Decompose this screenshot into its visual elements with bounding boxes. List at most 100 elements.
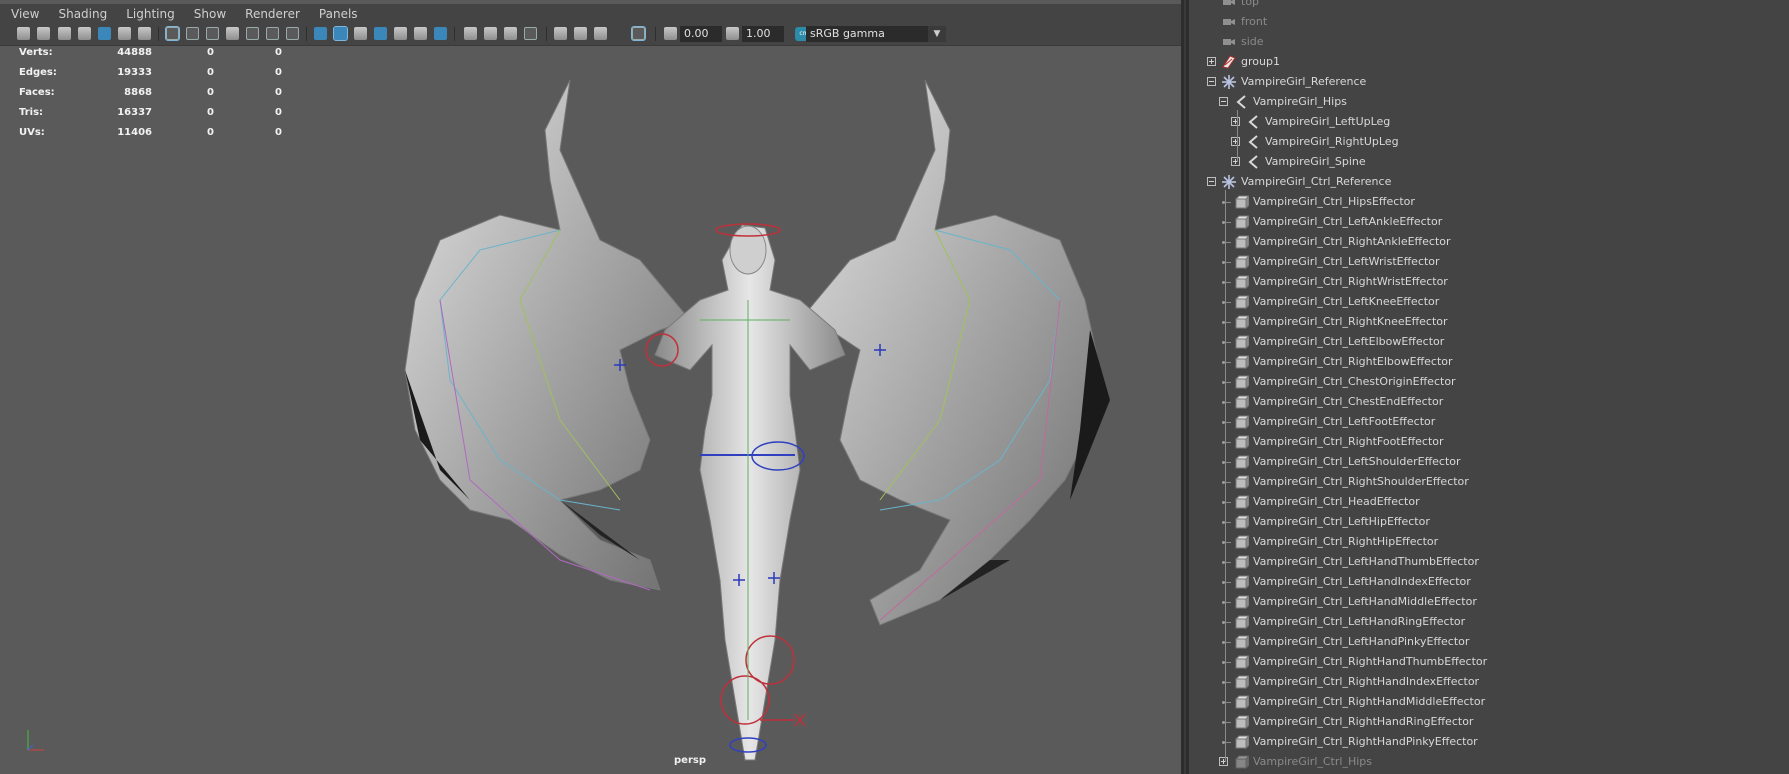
outliner-item[interactable]: VampireGirl_Ctrl_RightFootEffector [1189,432,1789,452]
outliner-item[interactable]: VampireGirl_Ctrl_RightHandThumbEffector [1189,652,1789,672]
outliner-item[interactable]: VampireGirl_Ctrl_RightAnkleEffector [1189,232,1789,252]
gate-mask-icon[interactable] [226,27,239,40]
outliner-item[interactable]: top [1189,0,1789,12]
grid-icon[interactable] [165,26,180,41]
expand-icon[interactable] [1219,757,1228,766]
menu-lighting[interactable]: Lighting [115,7,183,21]
outliner-item[interactable]: VampireGirl_Ctrl_RightElbowEffector [1189,352,1789,372]
outliner-item[interactable]: VampireGirl_Ctrl_RightShoulderEffector [1189,472,1789,492]
outliner-item[interactable]: VampireGirl_Ctrl_RightHipEffector [1189,532,1789,552]
effector-icon [1233,334,1251,350]
collapse-icon[interactable] [1219,97,1228,106]
outliner-item[interactable]: VampireGirl_Ctrl_RightWristEffector [1189,272,1789,292]
chevron-down-icon[interactable]: ▼ [928,26,946,42]
viewport-panel[interactable]: View Shading Lighting Show Renderer Pane… [0,0,1181,774]
camera-attributes-icon[interactable] [37,27,50,40]
outliner-item[interactable]: VampireGirl_Ctrl_LeftFootEffector [1189,412,1789,432]
wireframe-icon[interactable] [314,27,327,40]
outliner-item[interactable]: VampireGirl_Ctrl_Hips [1189,752,1789,772]
xray-icon[interactable] [574,27,587,40]
tree-guide-line [1237,110,1238,162]
outliner-item[interactable]: VampireGirl_RightUpLeg [1189,132,1789,152]
outliner-item[interactable]: VampireGirl_Ctrl_LeftHandIndexEffector [1189,572,1789,592]
outliner-item-label: VampireGirl_Ctrl_LeftHipEffector [1253,515,1430,528]
default-material-icon[interactable] [354,27,367,40]
resolution-gate-icon[interactable] [206,27,219,40]
outliner-item[interactable]: VampireGirl_Ctrl_LeftShoulderEffector [1189,452,1789,472]
exposure-icon[interactable] [664,27,677,40]
expand-icon[interactable] [1231,137,1240,146]
anti-aliasing-icon[interactable] [504,27,517,40]
effector-icon [1233,254,1251,270]
film-gate-icon[interactable] [186,27,199,40]
outliner-item[interactable]: VampireGirl_Spine [1189,152,1789,172]
outliner-item[interactable]: VampireGirl_Ctrl_ChestOriginEffector [1189,372,1789,392]
shadows-icon[interactable] [434,27,447,40]
outliner-item[interactable]: VampireGirl_Ctrl_Reference [1189,172,1789,192]
effector-icon [1233,214,1251,230]
menu-shading[interactable]: Shading [47,7,115,21]
effector-icon [1233,294,1251,310]
lock-camera-icon[interactable] [138,27,151,40]
outliner-item[interactable]: VampireGirl_Ctrl_LeftWristEffector [1189,252,1789,272]
safe-action-icon[interactable] [266,27,279,40]
outliner-item[interactable]: VampireGirl_Ctrl_LeftHandThumbEffector [1189,552,1789,572]
select-camera-icon[interactable] [17,27,30,40]
effector-icon [1233,574,1251,590]
two-d-pan-zoom-icon[interactable] [98,27,111,40]
gamma-field[interactable]: 1.00 [742,26,784,42]
outliner-item[interactable]: VampireGirl_Ctrl_LeftHandMiddleEffector [1189,592,1789,612]
screen-space-ao-icon[interactable] [464,27,477,40]
outliner-item[interactable]: VampireGirl_Ctrl_RightHandMiddleEffector [1189,692,1789,712]
wireframe-on-shaded-icon[interactable] [374,27,387,40]
exposure-field[interactable]: 0.00 [680,26,722,42]
outliner-item[interactable]: VampireGirl_LeftUpLeg [1189,112,1789,132]
smooth-shade-icon[interactable] [333,26,348,41]
outliner-item[interactable]: VampireGirl_Ctrl_RightHandRingEffector [1189,712,1789,732]
panel-splitter[interactable] [1181,0,1189,774]
outliner-item[interactable]: VampireGirl_Ctrl_LeftKneeEffector [1189,292,1789,312]
safe-title-icon[interactable] [286,27,299,40]
expand-icon[interactable] [1231,117,1240,126]
outliner-item[interactable]: front [1189,12,1789,32]
depth-of-field-icon[interactable] [524,27,537,40]
gamma-icon[interactable] [726,27,739,40]
outliner-item[interactable]: VampireGirl_Hips [1189,92,1789,112]
grease-pencil-icon[interactable] [118,27,131,40]
bookmark-icon[interactable] [58,27,71,40]
expand-icon[interactable] [1207,57,1216,66]
collapse-icon[interactable] [1207,177,1216,186]
outliner-item[interactable]: group1 [1189,52,1789,72]
outliner-item[interactable]: VampireGirl_Ctrl_RightHandPinkyEffector [1189,732,1789,752]
menu-view[interactable]: View [0,7,47,21]
view-transform-select[interactable]: sRGB gamma [806,26,946,42]
collapse-icon[interactable] [1207,77,1216,86]
outliner-item[interactable]: VampireGirl_Ctrl_RightKneeEffector [1189,312,1789,332]
outliner-item[interactable]: VampireGirl_Ctrl_ChestEndEffector [1189,392,1789,412]
lights-icon[interactable] [414,27,427,40]
menu-show[interactable]: Show [183,7,234,21]
menu-panels[interactable]: Panels [308,7,366,21]
outliner-item[interactable]: VampireGirl_Ctrl_LeftHandRingEffector [1189,612,1789,632]
menu-renderer[interactable]: Renderer [234,7,308,21]
outliner-item[interactable]: VampireGirl_Ctrl_RightHandIndexEffector [1189,672,1789,692]
outliner-item[interactable]: side [1189,32,1789,52]
outliner-item[interactable]: VampireGirl_Ctrl_LeftHandPinkyEffector [1189,632,1789,652]
outliner-item[interactable]: VampireGirl_Ctrl_HeadEffector [1189,492,1789,512]
field-chart-icon[interactable] [246,27,259,40]
outliner-item[interactable]: VampireGirl_Ctrl_LeftElbowEffector [1189,332,1789,352]
outliner-item[interactable]: VampireGirl_Reference [1189,72,1789,92]
image-plane-icon[interactable] [78,27,91,40]
character-model[interactable] [380,70,1130,770]
reference-icon [1221,74,1237,90]
expand-icon[interactable] [1231,157,1240,166]
motion-blur-icon[interactable] [484,27,497,40]
textured-icon[interactable] [394,27,407,40]
outliner-item[interactable]: VampireGirl_Ctrl_HipsEffector [1189,192,1789,212]
outliner-item[interactable]: VampireGirl_Ctrl_LeftAnkleEffector [1189,212,1789,232]
outliner-item[interactable]: VampireGirl_Ctrl_LeftHipEffector [1189,512,1789,532]
isolate-select-icon[interactable] [554,27,567,40]
hud-value: 0 [275,67,282,78]
xray-active-components-icon[interactable] [594,27,607,40]
xray-joints-icon[interactable] [631,26,646,41]
